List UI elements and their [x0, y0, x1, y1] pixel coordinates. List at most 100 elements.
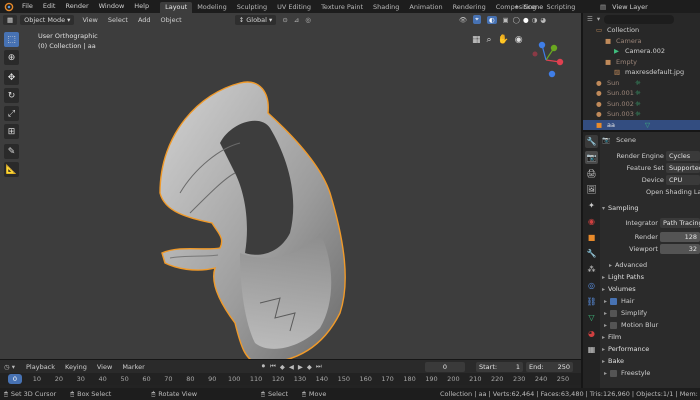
- render-tab-icon[interactable]: 📷: [585, 151, 598, 164]
- menu-help[interactable]: Help: [129, 0, 154, 13]
- overlay-toggle-icon[interactable]: ◐: [486, 15, 497, 24]
- outliner-item[interactable]: ● Sun ☼: [583, 78, 700, 89]
- integrator-select[interactable]: Path Tracing: [660, 218, 700, 228]
- viewport-samples-field[interactable]: 32: [660, 244, 700, 254]
- shading-rendered-icon[interactable]: ◕: [540, 16, 546, 24]
- navigation-gizmo[interactable]: [526, 40, 566, 80]
- pivot-icon[interactable]: ⊙: [282, 16, 287, 24]
- timeline-menu-marker[interactable]: Marker: [117, 363, 149, 371]
- 3d-viewport[interactable]: [0, 13, 581, 364]
- outliner-item[interactable]: ■ aa ▽: [583, 119, 700, 130]
- motion-blur-row[interactable]: ▸ Motion Blur: [602, 319, 700, 331]
- object-tab-icon[interactable]: ■: [585, 231, 598, 244]
- menu-edit[interactable]: Edit: [38, 0, 61, 13]
- outliner-item[interactable]: ● Sun.002 ☼: [583, 99, 700, 110]
- menu-render[interactable]: Render: [60, 0, 93, 13]
- tab-texture-paint[interactable]: Texture Paint: [316, 2, 368, 13]
- motion-blur-checkbox[interactable]: [610, 321, 618, 329]
- physics-tab-icon[interactable]: ◎: [585, 279, 598, 292]
- bake-panel[interactable]: ▸ Bake: [602, 355, 700, 367]
- feature-set-select[interactable]: Supported: [666, 163, 700, 173]
- outliner-item[interactable]: ■ Empty: [583, 57, 700, 68]
- viewport-menu-object[interactable]: Object: [156, 16, 187, 24]
- view-layer-tab-icon[interactable]: 🖼: [585, 183, 598, 196]
- snap-icon[interactable]: ⊿: [294, 16, 299, 24]
- tool-tab-icon[interactable]: 🔧: [585, 135, 598, 148]
- timeline-menu-keying[interactable]: Keying: [60, 363, 92, 371]
- tab-modeling[interactable]: Modeling: [192, 2, 232, 13]
- outliner-item[interactable]: ■ Camera: [583, 36, 700, 47]
- output-tab-icon[interactable]: 🖨: [585, 167, 598, 180]
- render-samples-field[interactable]: 128: [660, 232, 700, 242]
- tab-scripting[interactable]: Scripting: [542, 2, 581, 13]
- rotate-icon[interactable]: ↻: [4, 88, 19, 103]
- freestyle-checkbox[interactable]: [610, 369, 618, 377]
- world-tab-icon[interactable]: ◉: [585, 215, 598, 228]
- start-frame-field[interactable]: Start: 1: [476, 362, 523, 372]
- transform-icon[interactable]: ⊞: [4, 124, 19, 139]
- end-frame-field[interactable]: End: 250: [526, 362, 573, 372]
- cursor-icon[interactable]: ⊕: [4, 50, 19, 65]
- hair-row[interactable]: ▸ Hair: [602, 295, 700, 307]
- xray-icon[interactable]: ▣: [503, 16, 509, 24]
- viewport-menu-view[interactable]: View: [77, 16, 102, 24]
- light-paths-panel[interactable]: ▸ Light Paths: [602, 271, 700, 283]
- shading-solid-icon[interactable]: ●: [523, 16, 529, 24]
- modifier-tab-icon[interactable]: 🔧: [585, 247, 598, 260]
- transform-orientation[interactable]: ↕ Global ▾: [234, 14, 277, 25]
- scene-selector[interactable]: ✦ Scene: [514, 1, 543, 12]
- tab-rendering[interactable]: Rendering: [448, 2, 491, 13]
- outliner-search-input[interactable]: [604, 14, 675, 24]
- select-box-icon[interactable]: ⬚: [4, 32, 19, 47]
- record-icon[interactable]: ⏺: [262, 362, 265, 371]
- tab-animation[interactable]: Animation: [404, 2, 447, 13]
- texture-tab-icon[interactable]: ▦: [585, 343, 598, 356]
- material-tab-icon[interactable]: ◕: [585, 327, 598, 340]
- outliner-item[interactable]: ▨ maxresdefault.jpg: [583, 67, 700, 78]
- measure-icon[interactable]: 📐: [4, 162, 19, 177]
- film-panel[interactable]: ▸ Film: [602, 331, 700, 343]
- tab-shading[interactable]: Shading: [368, 2, 404, 13]
- constraints-tab-icon[interactable]: ⛓: [585, 295, 598, 308]
- timeline-menu-view[interactable]: View: [92, 363, 117, 371]
- menu-file[interactable]: File: [17, 0, 38, 13]
- render-engine-select[interactable]: Cycles: [666, 151, 700, 161]
- proportional-edit-icon[interactable]: ◎: [305, 16, 311, 24]
- annotate-icon[interactable]: ✎: [4, 144, 19, 159]
- filter-icon[interactable]: ▾: [597, 15, 600, 23]
- prev-keyframe-icon[interactable]: ◆: [280, 363, 285, 371]
- tab-sculpting[interactable]: Sculpting: [232, 2, 272, 13]
- zoom-icon[interactable]: ⌕: [487, 35, 492, 45]
- simplify-checkbox[interactable]: [610, 309, 618, 317]
- mode-selector[interactable]: Object Mode ▾: [20, 14, 75, 25]
- move-icon[interactable]: ✥: [4, 70, 19, 85]
- osl-row[interactable]: Open Shading Langu: [602, 186, 700, 198]
- editor-type-button[interactable]: ▦: [3, 14, 18, 25]
- volumes-panel[interactable]: ▸ Volumes: [602, 283, 700, 295]
- play-icon[interactable]: ▶: [298, 363, 303, 371]
- jump-end-icon[interactable]: ⏭: [316, 362, 322, 371]
- timeline-ruler[interactable]: 0 10 20 30 40 50 60 70 80 90 100 110 120 130 140 150 16…: [0, 373, 581, 385]
- simplify-row[interactable]: ▸ Simplify: [602, 307, 700, 319]
- tab-uv-editing[interactable]: UV Editing: [272, 2, 316, 13]
- particles-tab-icon[interactable]: ⁂: [585, 263, 598, 276]
- mesh-object-aa[interactable]: [150, 73, 370, 373]
- outliner-item[interactable]: ▭ Collection: [583, 25, 700, 36]
- viewport-menu-select[interactable]: Select: [103, 16, 133, 24]
- jump-start-icon[interactable]: ⏮: [270, 362, 276, 371]
- current-frame-field[interactable]: 0: [425, 362, 465, 372]
- grid-view-icon[interactable]: ▦: [472, 35, 481, 45]
- outliner-editor-icon[interactable]: ☰: [587, 15, 593, 23]
- outliner-item[interactable]: ▶ Camera.002: [583, 46, 700, 57]
- sampling-panel-header[interactable]: ▾ Sampling: [602, 202, 700, 214]
- scale-icon[interactable]: ⤢: [4, 106, 19, 121]
- viewport-menu-add[interactable]: Add: [133, 16, 156, 24]
- play-reverse-icon[interactable]: ◀: [289, 363, 294, 371]
- performance-panel[interactable]: ▸ Performance: [602, 343, 700, 355]
- shading-wireframe-icon[interactable]: ◯: [513, 16, 520, 24]
- hair-checkbox[interactable]: [610, 297, 618, 305]
- data-tab-icon[interactable]: ▽: [585, 311, 598, 324]
- camera-view-icon[interactable]: ◉: [515, 35, 523, 45]
- blender-logo-icon[interactable]: [4, 2, 14, 12]
- menu-window[interactable]: Window: [94, 0, 130, 13]
